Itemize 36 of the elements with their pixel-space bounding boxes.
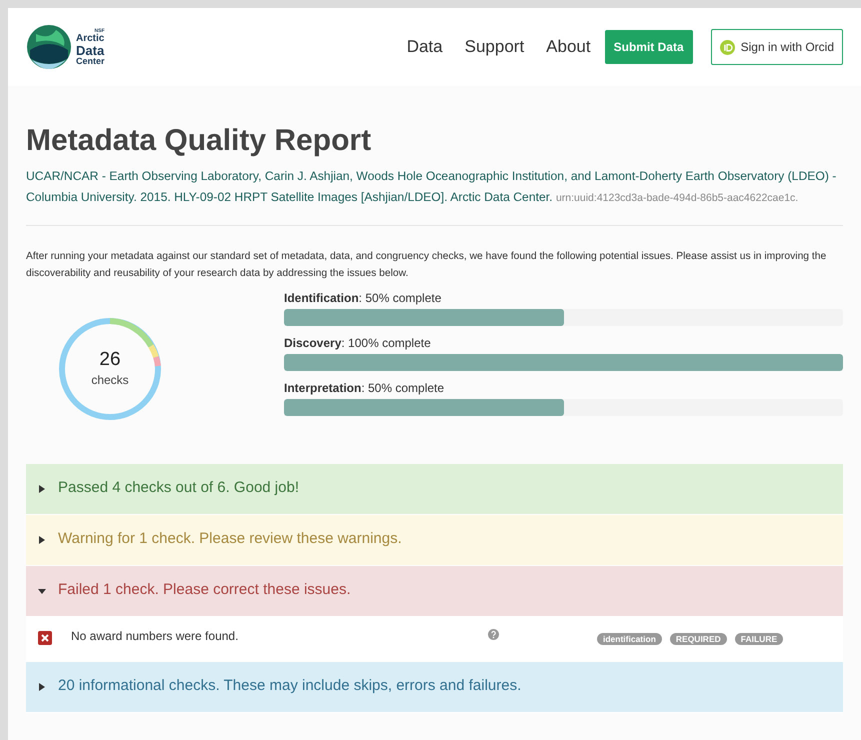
error-icon <box>38 630 52 644</box>
nav-link[interactable]: Support <box>464 34 524 60</box>
checks-count: 26 <box>99 348 121 372</box>
logo-text: Data <box>76 44 104 56</box>
section-title: Failed 1 check. Please correct these issues. <box>58 580 351 600</box>
section-header[interactable]: Failed 1 check. Please correct these issues. <box>26 566 843 616</box>
checks-label: checks <box>91 372 129 390</box>
tag-badge: identification <box>597 632 662 645</box>
logo-text: Arctic <box>76 34 104 44</box>
tag-badge: REQUIRED <box>670 632 727 645</box>
help-icon[interactable] <box>488 628 499 640</box>
citation-text: UCAR/NCAR - Earth Observing Laboratory, Carin J. Ashjian, Woods Hole Oceanographic Institution, and Lamont-Doherty Earth Observatory (LDEO) - Columbia University. 2015. HLY-09-02 HRPT Satellite Images [Ashjian/LDEO]. Arctic Data Center. urn:uuid:4123cd3a-bade-494d-86b5-aac4622cae1c. <box>26 168 838 206</box>
intro-text: After running your metadata against our standard set of metadata, data, and congruency checks, we have found the following potential issues. Please assist us in improving the discoverability and reusability of your research data by addressing the issues below. <box>26 250 828 280</box>
page-title: Metadata Quality Report <box>26 123 372 159</box>
orcid-icon <box>720 40 735 54</box>
tag-badge: FAILURE <box>734 632 784 645</box>
section-title: Passed 4 checks out of 6. Good job! <box>58 478 299 498</box>
nav-link[interactable]: Data <box>406 34 443 60</box>
section-header[interactable]: 20 informational checks. These may include skips, errors and failures. <box>26 662 843 712</box>
progress-label: Interpretation: 50% complete <box>284 380 446 396</box>
caret-right-icon <box>38 682 46 690</box>
caret-right-icon <box>38 536 46 544</box>
section-title: Warning for 1 check. Please review these warnings. <box>58 529 402 550</box>
nav-link[interactable]: About <box>546 34 591 60</box>
logo-text: Center <box>76 56 105 66</box>
progress-label: Discovery: 100% complete <box>284 334 432 350</box>
caret-right-icon <box>38 484 46 492</box>
check-message: No award numbers were found. <box>71 628 240 644</box>
section-header[interactable]: Passed 4 checks out of 6. Good job! <box>26 464 843 514</box>
submit-button[interactable]: Submit Data <box>604 30 693 64</box>
logo-icon <box>26 24 72 70</box>
section-title: 20 informational checks. These may include skips, errors and failures. <box>58 676 522 696</box>
signin-button[interactable]: Sign in with Orcid <box>710 29 843 65</box>
caret-down-icon <box>38 586 46 594</box>
progress-label: Identification: 50% complete <box>284 290 442 306</box>
section-header[interactable]: Warning for 1 check. Please review these warnings. <box>26 514 843 566</box>
